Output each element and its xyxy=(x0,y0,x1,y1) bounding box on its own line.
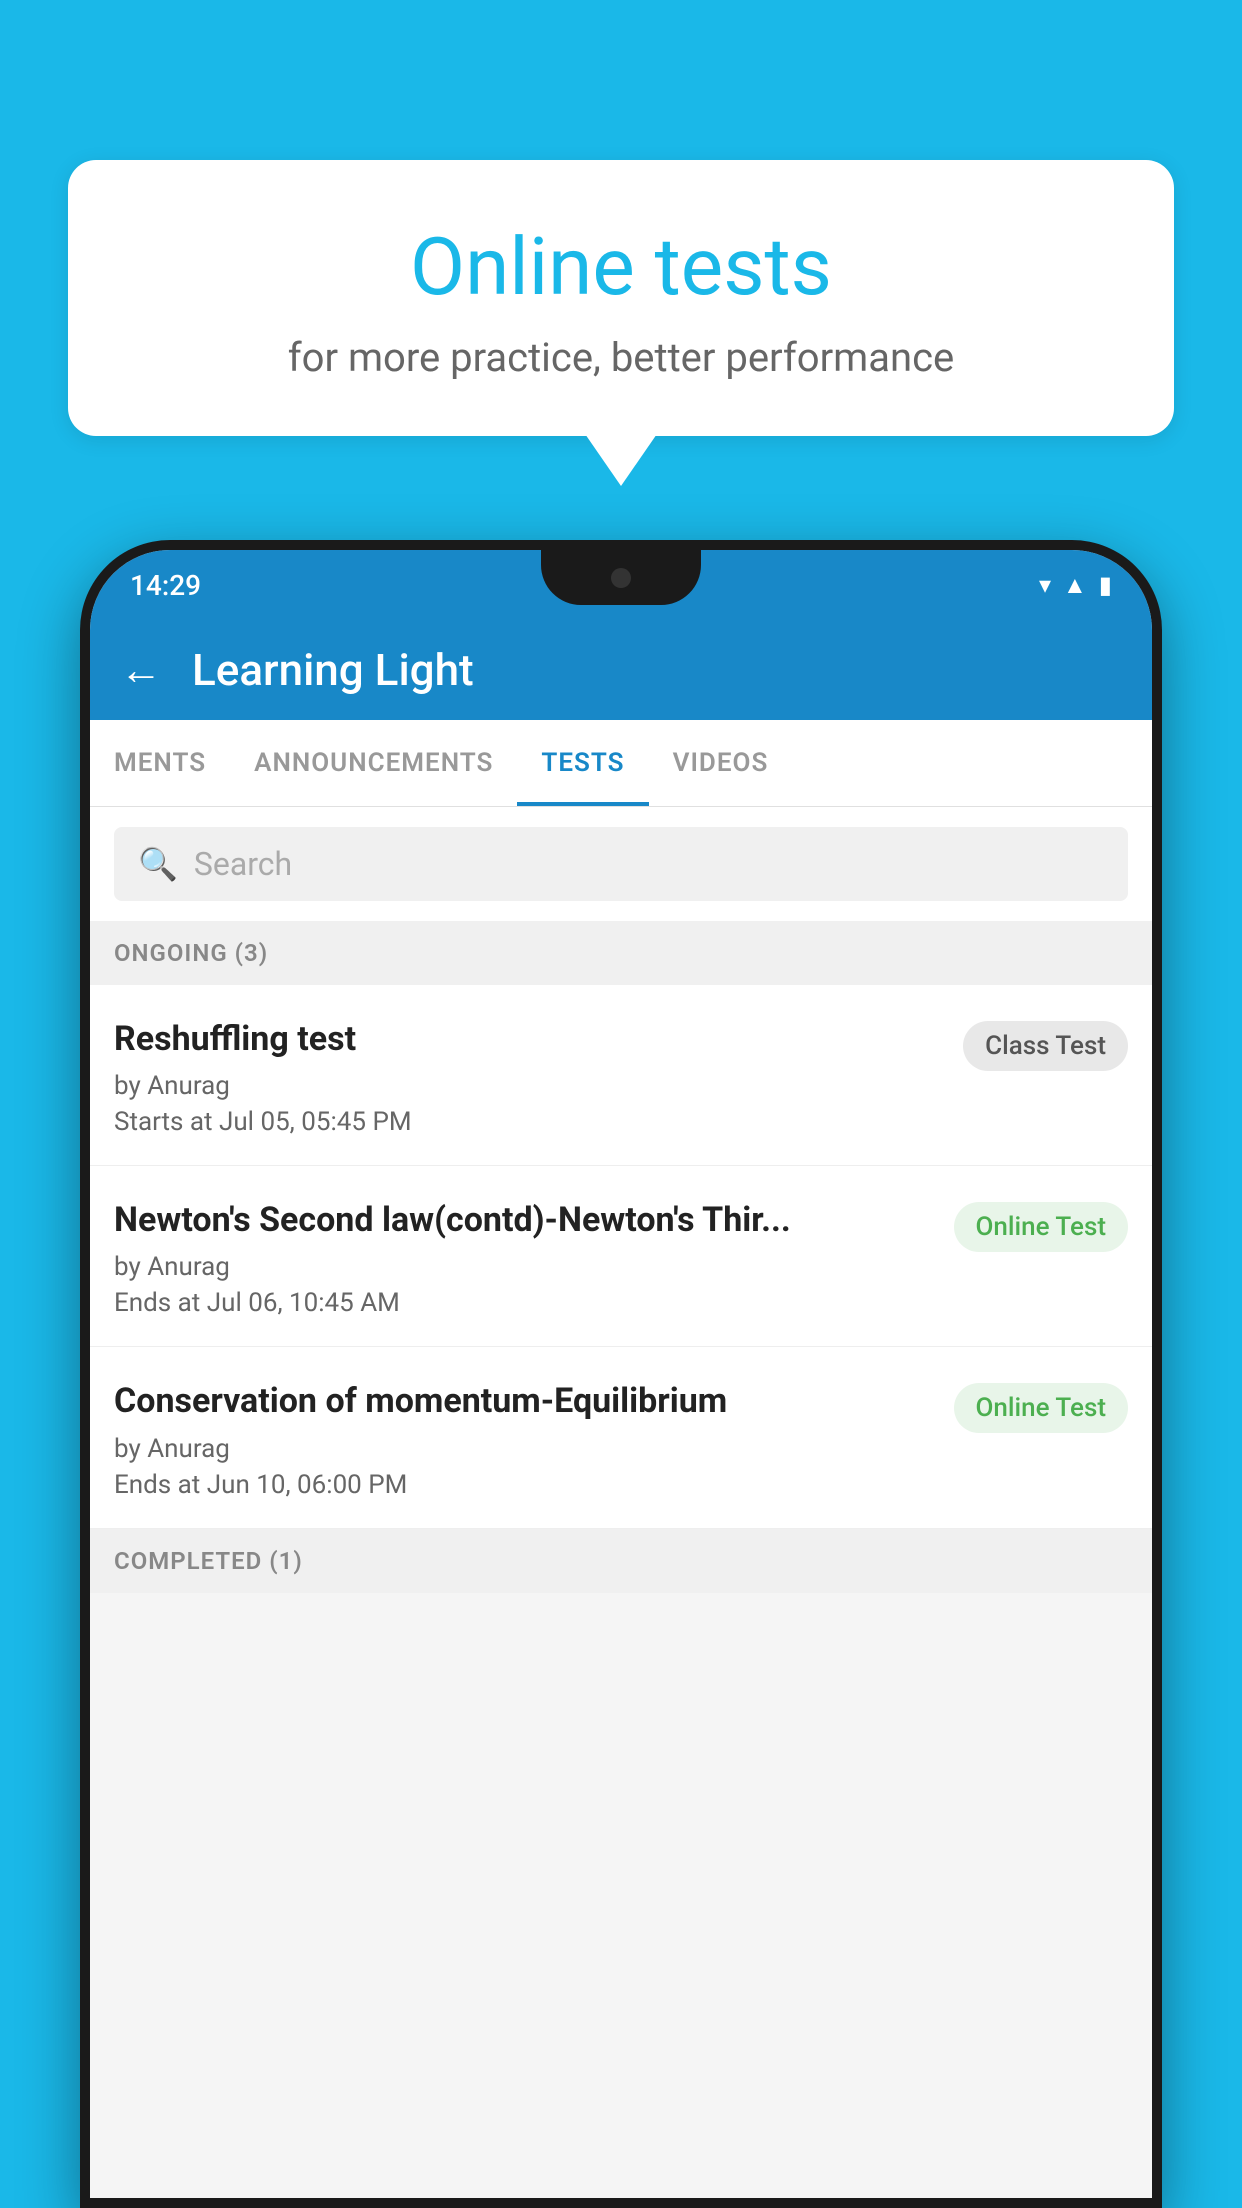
phone-inner: 14:29 ▾ ▲ ▮ ← Learning Light MENTS ANNOU… xyxy=(90,550,1152,2198)
tab-videos[interactable]: VIDEOS xyxy=(649,720,793,806)
wifi-icon: ▾ xyxy=(1039,571,1051,599)
tabs-container: MENTS ANNOUNCEMENTS TESTS VIDEOS xyxy=(90,720,1152,807)
status-icons: ▾ ▲ ▮ xyxy=(1039,571,1112,600)
tab-ments[interactable]: MENTS xyxy=(90,720,230,806)
test-badge-3: Online Test xyxy=(954,1383,1129,1433)
notch xyxy=(541,550,701,605)
tab-announcements[interactable]: ANNOUNCEMENTS xyxy=(230,720,517,806)
search-container: 🔍 Search xyxy=(90,807,1152,921)
test-by-2: by Anurag xyxy=(114,1252,934,1282)
signal-icon: ▲ xyxy=(1063,571,1087,600)
ongoing-section-header: ONGOING (3) xyxy=(90,921,1152,985)
test-info-1: Reshuffling test by Anurag Starts at Jul… xyxy=(114,1017,943,1137)
test-date-1: Starts at Jul 05, 05:45 PM xyxy=(114,1107,943,1137)
status-time: 14:29 xyxy=(130,569,201,602)
camera-dot xyxy=(611,568,631,588)
tab-tests[interactable]: TESTS xyxy=(517,720,648,806)
test-title-2: Newton's Second law(contd)-Newton's Thir… xyxy=(114,1198,934,1242)
search-icon: 🔍 xyxy=(138,845,178,883)
test-item-3[interactable]: Conservation of momentum-Equilibrium by … xyxy=(90,1347,1152,1528)
test-item-1[interactable]: Reshuffling test by Anurag Starts at Jul… xyxy=(90,985,1152,1166)
test-by-1: by Anurag xyxy=(114,1071,943,1101)
app-header: ← Learning Light xyxy=(90,620,1152,720)
test-info-2: Newton's Second law(contd)-Newton's Thir… xyxy=(114,1198,934,1318)
test-date-2: Ends at Jul 06, 10:45 AM xyxy=(114,1288,934,1318)
speech-bubble: Online tests for more practice, better p… xyxy=(68,160,1174,436)
bubble-subtitle: for more practice, better performance xyxy=(118,334,1124,381)
phone-frame: 14:29 ▾ ▲ ▮ ← Learning Light MENTS ANNOU… xyxy=(80,540,1162,2208)
test-title-1: Reshuffling test xyxy=(114,1017,943,1061)
test-badge-1: Class Test xyxy=(963,1021,1128,1071)
search-input[interactable]: Search xyxy=(194,845,292,883)
test-by-3: by Anurag xyxy=(114,1434,934,1464)
status-bar: 14:29 ▾ ▲ ▮ xyxy=(90,550,1152,620)
completed-section-header: COMPLETED (1) xyxy=(90,1529,1152,1593)
battery-icon: ▮ xyxy=(1099,571,1112,599)
test-title-3: Conservation of momentum-Equilibrium xyxy=(114,1379,934,1423)
bubble-title: Online tests xyxy=(118,220,1124,314)
test-date-3: Ends at Jun 10, 06:00 PM xyxy=(114,1470,934,1500)
test-item-2[interactable]: Newton's Second law(contd)-Newton's Thir… xyxy=(90,1166,1152,1347)
app-title: Learning Light xyxy=(192,644,474,696)
search-bar[interactable]: 🔍 Search xyxy=(114,827,1128,901)
test-info-3: Conservation of momentum-Equilibrium by … xyxy=(114,1379,934,1499)
back-button[interactable]: ← xyxy=(120,646,162,695)
test-badge-2: Online Test xyxy=(954,1202,1129,1252)
